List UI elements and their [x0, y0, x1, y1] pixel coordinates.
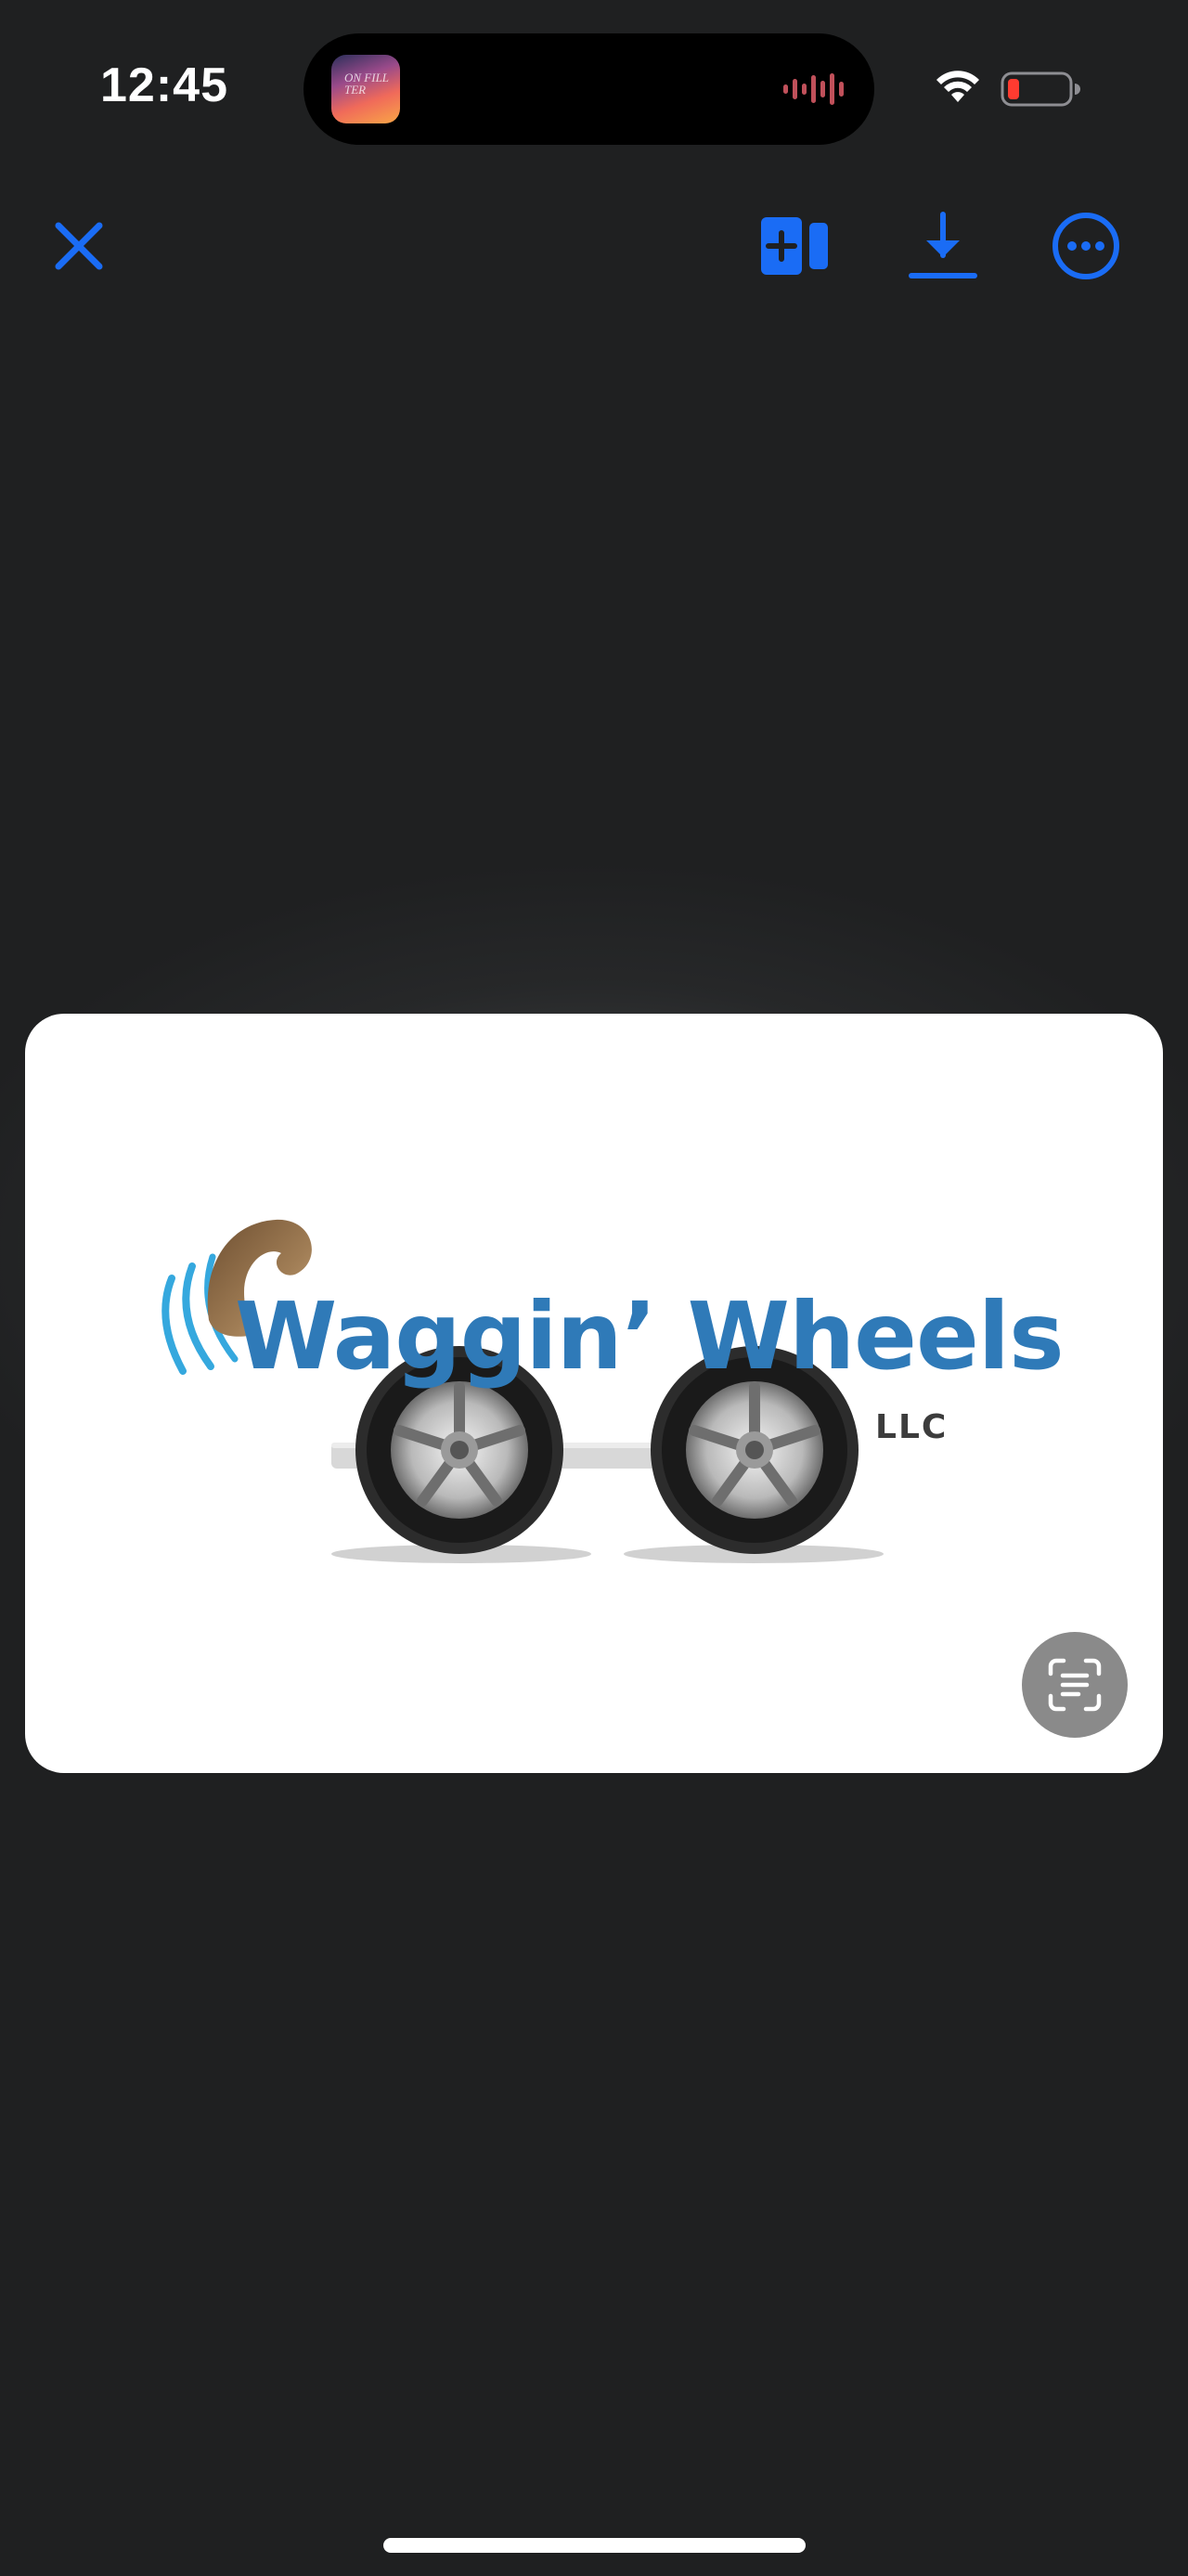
close-button[interactable] [37, 209, 121, 283]
download-icon [909, 212, 977, 278]
waggin-wheels-logo [161, 1219, 884, 1563]
ellipsis-circle-icon [1052, 213, 1119, 279]
live-text-button[interactable] [1022, 1632, 1128, 1738]
logo-suffix: LLC [875, 1408, 949, 1446]
image-preview[interactable]: Waggin’ Wheels LLC [25, 1014, 1163, 1773]
battery-low-icon [1001, 71, 1080, 107]
now-playing-artwork: ON FILL TER [331, 55, 400, 123]
live-text-scan-icon [1048, 1658, 1102, 1712]
more-options-button[interactable] [1040, 206, 1132, 286]
add-to-live-photo-icon [761, 217, 828, 275]
dynamic-island[interactable]: ON FILL TER [303, 33, 874, 145]
status-bar: 12:45 ON FILL TER [0, 0, 1188, 176]
add-to-live-photo-button[interactable] [748, 206, 841, 286]
close-icon [55, 222, 103, 270]
wifi-icon [936, 71, 979, 102]
logo-brand-name: Waggin’ Wheels [235, 1282, 1065, 1391]
status-time: 12:45 [100, 58, 228, 112]
home-indicator[interactable] [383, 2538, 806, 2553]
viewer-toolbar [0, 186, 1188, 306]
save-to-device-button[interactable] [897, 204, 989, 288]
audio-waveform-icon [783, 73, 844, 105]
now-playing-art-text: ON FILL TER [344, 71, 389, 97]
